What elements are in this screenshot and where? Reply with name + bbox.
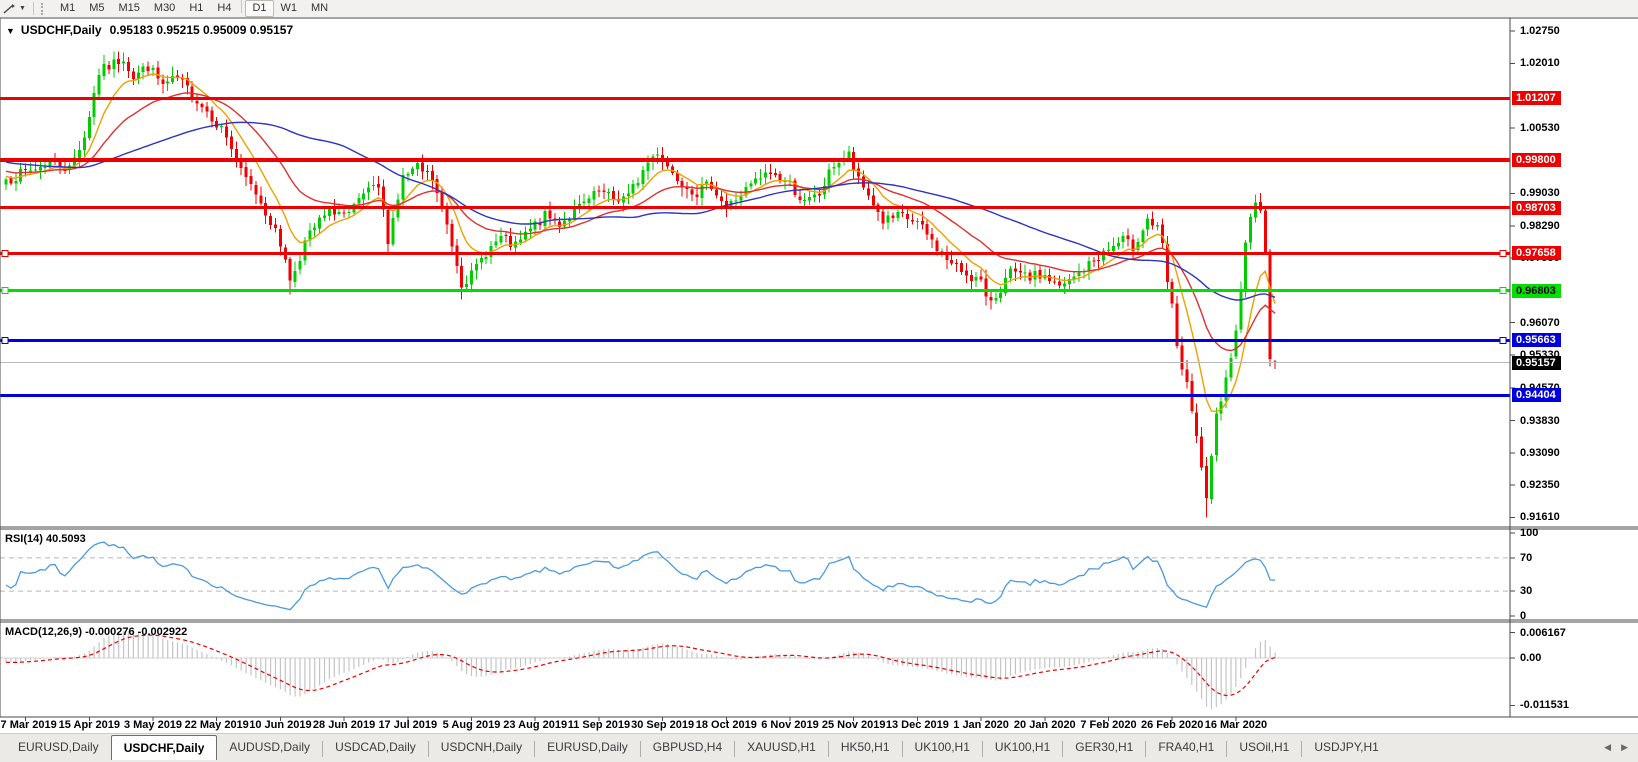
chart-tab-uk100-h1[interactable]: UK100,H1 xyxy=(903,737,982,760)
tab-scroll-left-icon[interactable]: ◀ xyxy=(1604,742,1611,753)
hline-price-label: 0.96803 xyxy=(1512,283,1561,298)
date-tick-label: 25 Nov 2019 xyxy=(821,719,886,731)
price-tick-label: 0.96070 xyxy=(1520,316,1560,329)
macd-indicator-label: MACD(12,26,9) -0.000276 -0.002922 xyxy=(5,626,188,638)
chart-tabs: EURUSD,Daily USDCHF,Daily AUDUSD,Daily USDC… xyxy=(6,735,1391,760)
date-tick-label: 6 Nov 2019 xyxy=(761,719,819,731)
date-tick-label: 3 May 2019 xyxy=(123,719,183,731)
timeframe-button-m1[interactable]: M1 xyxy=(53,0,82,17)
tab-scroll-right-icon[interactable]: ▶ xyxy=(1621,742,1628,753)
macd-tick-label: 0.00 xyxy=(1520,652,1542,664)
hline-price-label: 0.97658 xyxy=(1512,246,1561,261)
chart-tab-bar: EURUSD,Daily USDCHF,Daily AUDUSD,Daily USDC… xyxy=(0,733,1638,762)
chart-tab-eurusd-daily[interactable]: EURUSD,Daily xyxy=(6,737,111,760)
timeframe-button-d1[interactable]: D1 xyxy=(245,0,274,17)
chart-tab-usdcnh-daily[interactable]: USDCNH,Daily xyxy=(429,737,534,760)
timeframe-toolbar: ▼ M1 M5 M15 M30 H1 H4 D1 W1 MN xyxy=(0,0,1638,18)
line-handle[interactable] xyxy=(1,249,9,257)
chart-background xyxy=(0,17,1638,733)
line-handle[interactable] xyxy=(1499,287,1507,295)
date-tick-label: 13 Dec 2019 xyxy=(885,719,949,731)
chart-tab-eurusd-daily[interactable]: EURUSD,Daily xyxy=(535,737,640,760)
price-tick-label: 1.02750 xyxy=(1520,25,1560,37)
date-tick-label: 28 Jun 2019 xyxy=(312,719,376,731)
timeframe-button-w1[interactable]: W1 xyxy=(274,0,305,17)
timeframe-button-h4[interactable]: H4 xyxy=(210,0,238,17)
date-tick-label: 27 Mar 2019 xyxy=(0,719,57,731)
date-tick-label: 15 Apr 2019 xyxy=(58,719,120,731)
line-handle[interactable] xyxy=(1,336,9,344)
date-tick-label: 22 May 2019 xyxy=(184,719,249,731)
timeframe-button-m30[interactable]: M30 xyxy=(147,0,182,17)
chart-tab-uk100-h1[interactable]: UK100,H1 xyxy=(983,737,1062,760)
price-tick-label: 0.93090 xyxy=(1520,446,1560,459)
tool-dropdown-caret: ▼ xyxy=(19,5,26,12)
price-tick-label: 0.91610 xyxy=(1520,511,1560,524)
macd-tick-label: 0.006167 xyxy=(1520,626,1566,639)
hline-price-label: 1.01207 xyxy=(1512,91,1561,106)
chart-tab-usdjpy-h1[interactable]: USDJPY,H1 xyxy=(1302,737,1390,760)
rsi-tick-label: 0 xyxy=(1520,610,1527,622)
line-handle[interactable] xyxy=(1499,249,1507,257)
price-tick-label: 0.92350 xyxy=(1520,479,1560,492)
rsi-indicator-label: RSI(14) 40.5093 xyxy=(5,533,86,545)
chart-ohlc-values: 0.95183 0.95215 0.95009 0.95157 xyxy=(109,23,294,37)
date-tick-label: 1 Jan 2020 xyxy=(953,719,1009,731)
timeframe-button-m5[interactable]: M5 xyxy=(82,0,111,17)
rsi-tick-label: 70 xyxy=(1520,551,1533,564)
tab-scroll-buttons: ◀ ▶ xyxy=(1604,742,1628,753)
toolbar-grip[interactable] xyxy=(40,2,47,15)
date-tick-label: 7 Feb 2020 xyxy=(1080,719,1137,731)
chart-menu-icon[interactable]: ▼ xyxy=(6,26,15,36)
date-tick-label: 11 Sep 2019 xyxy=(567,719,631,731)
macd-tick-label: -0.011531 xyxy=(1520,699,1569,712)
chart-title: ▼ USDCHF,Daily 0.95183 0.95215 0.95009 0.9… xyxy=(6,23,293,37)
rsi-tick-label: 100 xyxy=(1520,527,1539,539)
rsi-tick-label: 30 xyxy=(1520,585,1533,598)
line-handle[interactable] xyxy=(1,287,9,295)
toolbar-separator xyxy=(32,2,34,15)
timeframe-button-m15[interactable]: M15 xyxy=(112,0,147,17)
date-tick-label: 5 Aug 2019 xyxy=(442,719,501,731)
timeframe-button-h1[interactable]: H1 xyxy=(182,0,210,17)
chart-tab-usdcad-daily[interactable]: USDCAD,Daily xyxy=(323,737,428,760)
hline-price-label: 0.98703 xyxy=(1512,200,1561,215)
price-tick-label: 0.98290 xyxy=(1520,219,1560,232)
date-tick-label: 17 Jul 2019 xyxy=(378,719,438,731)
chart-symbol-label: USDCHF,Daily xyxy=(20,23,102,37)
line-tool-glyph xyxy=(3,3,15,14)
current-price-label: 0.95157 xyxy=(1512,355,1561,370)
timeframe-button-mn[interactable]: MN xyxy=(304,0,335,17)
price-tick-label: 1.00530 xyxy=(1520,121,1560,134)
chart-tab-audusd-daily[interactable]: AUDUSD,Daily xyxy=(217,737,322,760)
price-tick-label: 0.93830 xyxy=(1520,414,1560,427)
chart-tab-ger30-h1[interactable]: GER30,H1 xyxy=(1063,737,1145,760)
chart-tab-fra40-h1[interactable]: FRA40,H1 xyxy=(1146,737,1226,760)
date-tick-label: 30 Sep 2019 xyxy=(631,719,695,731)
date-tick-label: 23 Aug 2019 xyxy=(503,719,568,731)
chart-tab-usoil-h1[interactable]: USOil,H1 xyxy=(1227,737,1301,760)
chart-tab-hk50-h1[interactable]: HK50,H1 xyxy=(829,737,902,760)
line-handle[interactable] xyxy=(1499,336,1507,344)
chart-tab-xauusd-h1[interactable]: XAUUSD,H1 xyxy=(735,737,828,760)
hline-price-label: 0.94404 xyxy=(1512,388,1561,403)
date-tick-label: 18 Oct 2019 xyxy=(695,719,757,731)
chart-canvas[interactable] xyxy=(0,17,1638,733)
mt4-terminal: ▼ M1 M5 M15 M30 H1 H4 D1 W1 MN ▼ USDCHF,Daily 0.95… xyxy=(0,0,1638,762)
chart-tab-gbpusd-h4[interactable]: GBPUSD,H4 xyxy=(641,737,734,760)
date-tick-label: 26 Feb 2020 xyxy=(1141,719,1204,731)
timeframe-buttons: M1 M5 M15 M30 H1 H4 D1 W1 MN xyxy=(53,0,335,17)
hline-price-label: 0.95663 xyxy=(1512,333,1561,348)
draw-line-tool-icon[interactable]: ▼ xyxy=(0,3,28,15)
chart-window: ▼ USDCHF,Daily 0.95183 0.95215 0.95009 0.9… xyxy=(0,17,1638,733)
date-tick-label: 20 Jan 2020 xyxy=(1013,719,1076,731)
chart-tab-usdchf-daily[interactable]: USDCHF,Daily xyxy=(110,735,218,760)
hline-price-label: 0.99800 xyxy=(1512,152,1561,167)
date-tick-label: 10 Jun 2019 xyxy=(249,719,312,731)
date-tick-label: 16 Mar 2020 xyxy=(1204,719,1268,731)
toolbar-separator xyxy=(241,0,243,13)
price-tick-label: 0.99030 xyxy=(1520,187,1560,200)
price-tick-label: 1.02010 xyxy=(1520,57,1560,70)
